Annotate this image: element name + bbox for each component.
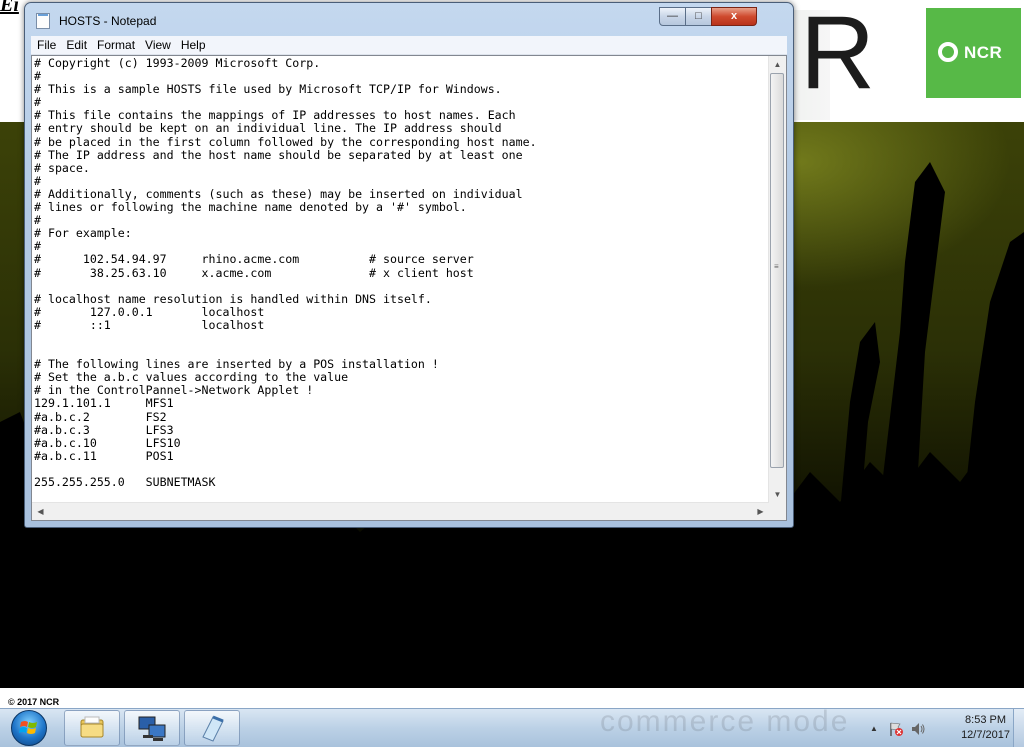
menu-format[interactable]: Format — [93, 36, 139, 52]
notification-area: ▲ 8:53 PM 12/7/2017 — [864, 709, 1024, 747]
close-button[interactable]: x — [711, 7, 757, 26]
text-line: # 38.25.63.10 x.acme.com # x client host — [34, 265, 474, 280]
action-center-flag-icon[interactable] — [888, 721, 904, 740]
taskbar-notepad-button[interactable] — [184, 710, 240, 746]
text-line: 255.255.255.0 SUBNETMASK — [34, 475, 216, 489]
vertical-scrollbar[interactable]: ▲ ≡ ▼ — [768, 56, 786, 503]
text-line: # be placed in the first column followed… — [34, 134, 537, 149]
text-line: # — [34, 95, 41, 110]
ncr-ring-icon — [938, 42, 958, 62]
windows-flag-icon — [19, 721, 37, 734]
text-line: # — [34, 69, 41, 84]
text-line: # This file contains the mappings of IP … — [34, 108, 516, 123]
text-line: # — [34, 213, 41, 228]
text-area[interactable]: # Copyright (c) 1993-2009 Microsoft Corp… — [31, 55, 787, 521]
size-grip[interactable] — [769, 503, 786, 520]
vertical-scroll-thumb[interactable]: ≡ — [770, 73, 784, 468]
speaker-icon[interactable] — [910, 721, 926, 740]
text-line: # 102.54.94.97 rhino.acme.com # source s… — [34, 252, 474, 267]
text-line: 129.1.101.1 MFS1 — [34, 396, 174, 411]
start-button[interactable] — [2, 710, 58, 746]
text-line: # — [34, 173, 41, 188]
copyright-text: © 2017 NCR — [8, 697, 60, 707]
clock-date: 12/7/2017 — [961, 729, 1010, 741]
taskbar-explorer-button[interactable] — [64, 710, 120, 746]
maximize-button[interactable]: □ — [685, 7, 712, 26]
minimize-button[interactable]: — — [659, 7, 686, 26]
text-line: #a.b.c.3 LFS3 — [34, 422, 174, 437]
text-line: # The IP address and the host name shoul… — [34, 147, 523, 162]
notepad-icon — [202, 715, 224, 742]
text-line: # — [34, 239, 41, 254]
taskbar-watermark: commerce mode — [600, 705, 850, 738]
text-line: # Additionally, comments (such as these)… — [34, 186, 523, 201]
text-line: #a.b.c.2 FS2 — [34, 409, 167, 424]
text-line: # localhost name resolution is handled w… — [34, 291, 432, 306]
scroll-grip-icon: ≡ — [774, 262, 779, 271]
text-line: # space. — [34, 160, 90, 175]
scroll-right-arrow-icon[interactable]: ▶ — [752, 503, 769, 520]
show-desktop-button[interactable] — [1013, 709, 1024, 747]
brand-letter: R — [800, 0, 875, 111]
taskbar: commerce mode ▲ 8:53 PM 12/7/2017 — [0, 705, 1024, 747]
show-hidden-icons-arrow[interactable]: ▲ — [870, 724, 878, 733]
scroll-up-arrow-icon[interactable]: ▲ — [769, 56, 786, 73]
text-line: # For example: — [34, 226, 132, 241]
text-line: # This is a sample HOSTS file used by Mi… — [34, 82, 502, 97]
text-line: # 127.0.0.1 localhost — [34, 304, 265, 319]
hosts-file-text[interactable]: # Copyright (c) 1993-2009 Microsoft Corp… — [34, 57, 770, 503]
window-controls: — □ x — [659, 7, 765, 27]
system-clock[interactable]: 8:53 PM 12/7/2017 — [961, 713, 1010, 743]
scroll-down-arrow-icon[interactable]: ▼ — [769, 486, 786, 503]
menu-bar: File Edit Format View Help — [31, 36, 787, 55]
menu-file[interactable]: File — [33, 36, 60, 52]
text-line: # Copyright (c) 1993-2009 Microsoft Corp… — [34, 57, 321, 70]
horizontal-scrollbar[interactable]: ◀ ▶ — [32, 502, 769, 520]
slide-footer — [0, 688, 1024, 708]
ncr-logo-text: NCR — [964, 43, 1003, 62]
document-heading-partial: Ei — [0, 0, 19, 16]
text-line: # The following lines are inserted by a … — [34, 357, 439, 372]
text-line: # Set the a.b.c values according to the … — [34, 370, 349, 385]
notepad-app-icon[interactable] — [36, 13, 50, 29]
menu-help[interactable]: Help — [177, 36, 210, 52]
text-line: # entry should be kept on an individual … — [34, 121, 502, 136]
text-line: #a.b.c.11 POS1 — [34, 448, 174, 463]
taskbar-network-button[interactable] — [124, 710, 180, 746]
text-line: # in the ControlPannel->Network Applet ! — [34, 383, 314, 398]
windows-orb-icon[interactable] — [11, 710, 47, 746]
menu-view[interactable]: View — [141, 36, 175, 52]
text-line: # ::1 localhost — [34, 317, 265, 332]
text-line: #a.b.c.10 LFS10 — [34, 435, 181, 450]
notepad-window[interactable]: HOSTS - Notepad — □ x File Edit Format View… — [24, 2, 794, 528]
window-title: HOSTS - Notepad — [59, 14, 157, 28]
clock-time: 8:53 PM — [965, 714, 1007, 726]
scroll-left-arrow-icon[interactable]: ◀ — [32, 503, 49, 520]
explorer-folder-icon — [80, 716, 104, 738]
network-computer-icon — [138, 716, 166, 741]
menu-edit[interactable]: Edit — [62, 36, 91, 52]
title-bar[interactable]: HOSTS - Notepad — □ x — [31, 7, 771, 29]
ncr-logo: NCR — [926, 8, 1021, 98]
text-line: # lines or following the machine name de… — [34, 200, 467, 215]
